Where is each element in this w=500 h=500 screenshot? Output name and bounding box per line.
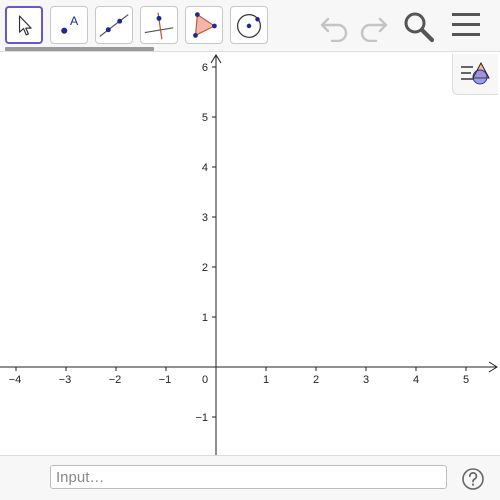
y-tick-label: 2 — [202, 262, 208, 274]
cursor-arrow-icon — [18, 15, 32, 36]
perpendicular-line-icon — [144, 12, 174, 40]
y-tick-label: 1 — [202, 312, 208, 324]
loading-progress-bar — [5, 47, 154, 51]
circle-tool-button[interactable] — [230, 6, 268, 44]
toolbar: A — [0, 0, 500, 52]
circle-icon — [237, 13, 261, 38]
y-tick-label: −1 — [195, 412, 208, 424]
point-tool-label: A — [70, 14, 79, 28]
y-tick-label: 5 — [202, 112, 208, 124]
y-tick-label: 3 — [202, 212, 208, 224]
y-tick-labels: 6 5 4 3 2 1 −1 — [195, 62, 208, 424]
x-tick-label: −2 — [109, 374, 122, 386]
line-tool-button[interactable] — [95, 6, 133, 44]
y-ticks — [212, 66, 216, 418]
line-icon — [99, 14, 129, 37]
undo-icon[interactable] — [318, 10, 352, 42]
search-icon[interactable] — [401, 10, 437, 44]
graphics-view[interactable]: −4 −3 −2 −1 0 1 2 3 4 5 6 5 4 3 2 1 −1 — [0, 53, 500, 455]
style-bar-icon — [461, 61, 490, 85]
coordinate-axes: −4 −3 −2 −1 0 1 2 3 4 5 6 5 4 3 2 1 −1 — [0, 54, 498, 455]
algebra-input[interactable] — [50, 465, 447, 489]
x-tick-label: −3 — [59, 374, 72, 386]
x-tick-label: 3 — [363, 374, 369, 386]
input-bar — [0, 455, 500, 500]
point-tool-button[interactable]: A — [50, 6, 88, 44]
polygon-tool-button[interactable] — [185, 6, 223, 44]
redo-icon[interactable] — [356, 10, 390, 42]
y-tick-label: 4 — [202, 162, 208, 174]
x-tick-label: −4 — [9, 374, 22, 386]
x-tick-labels: −4 −3 −2 −1 0 1 2 3 4 5 — [9, 374, 469, 386]
point-icon: A — [61, 14, 79, 34]
menu-icon[interactable] — [450, 10, 482, 42]
x-ticks — [15, 367, 467, 371]
help-icon[interactable] — [461, 467, 485, 491]
x-tick-label: 5 — [463, 374, 469, 386]
move-tool-button[interactable] — [5, 6, 43, 44]
x-tick-label: 2 — [313, 374, 319, 386]
x-tick-label: 4 — [413, 374, 419, 386]
style-bar-toggle[interactable] — [452, 54, 498, 95]
perpendicular-line-tool-button[interactable] — [140, 6, 178, 44]
x-tick-label: 1 — [263, 374, 269, 386]
y-tick-label: 6 — [202, 62, 208, 74]
origin-label: 0 — [202, 374, 208, 386]
x-tick-label: −1 — [159, 374, 172, 386]
polygon-icon — [193, 12, 217, 38]
